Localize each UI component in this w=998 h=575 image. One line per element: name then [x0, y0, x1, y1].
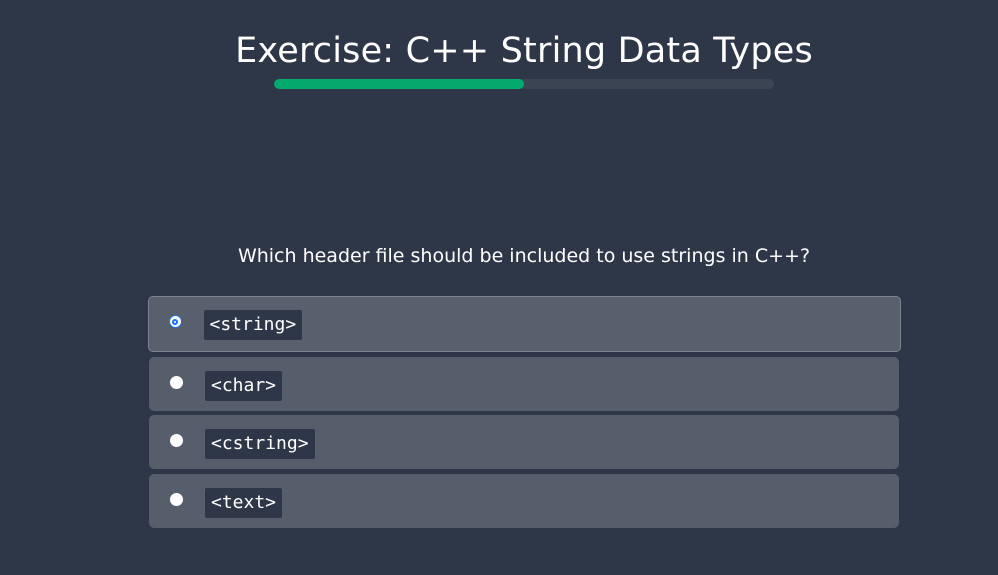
answer-options: <string> <char> <cstring> <text>: [147, 296, 901, 532]
exercise-title: Exercise: C++ String Data Types: [235, 31, 813, 71]
radio-selected-indicator: [172, 318, 178, 325]
radio-button[interactable]: [170, 434, 183, 447]
answer-option-char[interactable]: <char>: [149, 356, 899, 411]
answer-option-cstring[interactable]: <cstring>: [149, 415, 899, 469]
progress-bar: [274, 79, 774, 89]
option-code-label: <text>: [205, 487, 283, 518]
radio-button[interactable]: [170, 375, 183, 389]
radio-button-selected[interactable]: [168, 315, 182, 328]
answer-option-text[interactable]: <text>: [149, 473, 899, 528]
answer-option-string[interactable]: <string>: [147, 296, 901, 352]
option-code-label: <char>: [205, 370, 283, 401]
question-text: Which header file should be included to …: [237, 245, 811, 267]
option-code-label: <string>: [203, 310, 303, 340]
progress-bar-fill: [274, 79, 524, 89]
option-code-label: <cstring>: [205, 429, 315, 459]
radio-button[interactable]: [170, 492, 183, 506]
